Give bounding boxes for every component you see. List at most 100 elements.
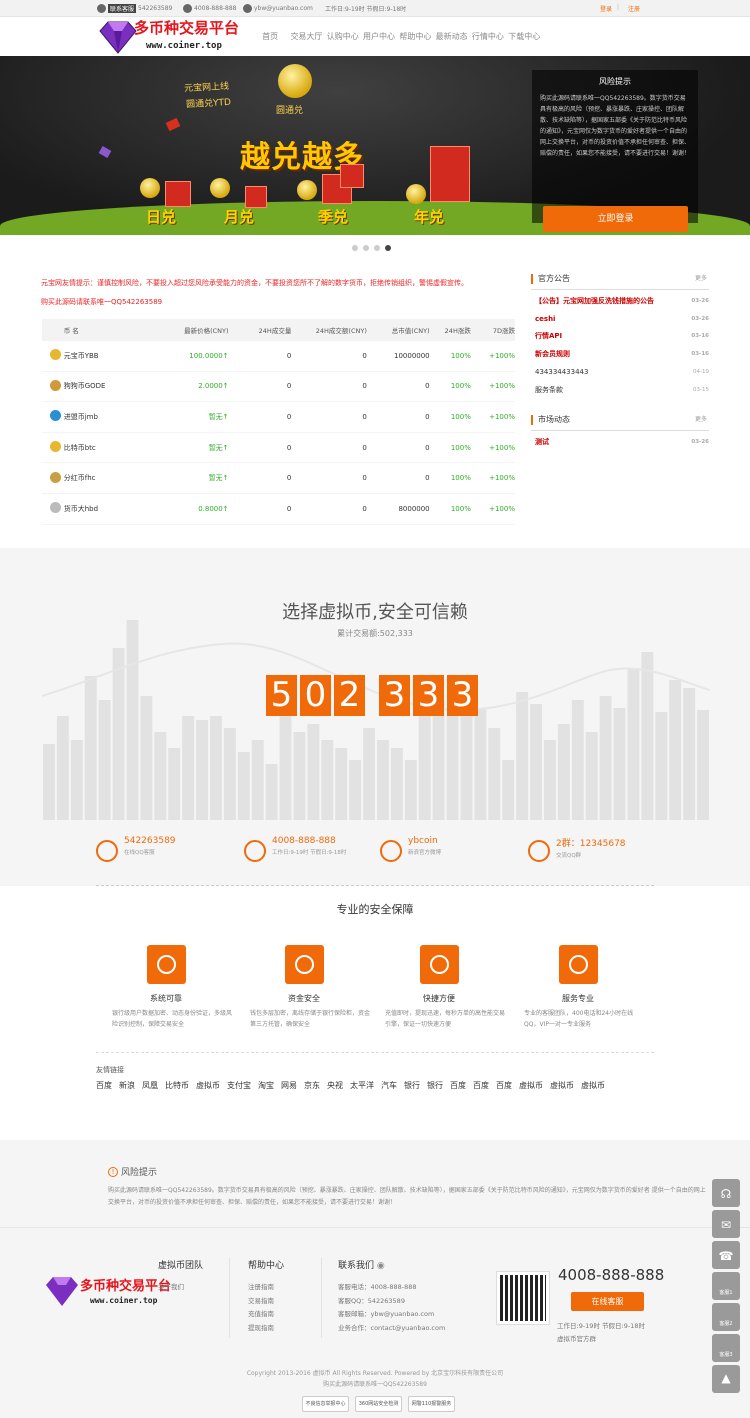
- coin-cell: [42, 379, 64, 393]
- friend-link[interactable]: 新浪: [119, 1080, 135, 1091]
- friend-link[interactable]: 虚拟币: [519, 1080, 543, 1091]
- top-login-link[interactable]: 登录: [600, 4, 612, 13]
- bar: [585, 732, 598, 820]
- coin-icon: [50, 410, 61, 422]
- bar: [293, 732, 306, 820]
- announce-item[interactable]: 434334433443 04-19: [531, 363, 709, 381]
- back-to-top-icon[interactable]: ▲: [712, 1365, 740, 1393]
- coin-24h: 100%: [450, 474, 471, 483]
- logo[interactable]: 多币种交易平台 www.coiner.top: [98, 17, 258, 56]
- carousel-dot-active[interactable]: [385, 245, 391, 251]
- nav-item[interactable]: 认购中心: [325, 31, 361, 42]
- service-1-button[interactable]: 客服1: [712, 1272, 740, 1300]
- footer-link[interactable]: 注册指南: [248, 1281, 321, 1295]
- top-register-link[interactable]: 注册: [628, 4, 640, 13]
- friend-link[interactable]: 央视: [327, 1080, 343, 1091]
- friend-link[interactable]: 比特币: [165, 1080, 189, 1091]
- headset-icon[interactable]: ☊: [712, 1179, 740, 1207]
- friend-link[interactable]: 虚拟币: [550, 1080, 574, 1091]
- friend-link[interactable]: 淘宝: [258, 1080, 274, 1091]
- friend-link[interactable]: 汽车: [381, 1080, 397, 1091]
- friend-link[interactable]: 百度: [450, 1080, 466, 1091]
- service-3-button[interactable]: 客服3: [712, 1334, 740, 1362]
- friend-link[interactable]: 银行: [427, 1080, 443, 1091]
- bar-graphic: [42, 620, 710, 820]
- news-more-link[interactable]: 更多: [695, 413, 707, 427]
- carousel-dot[interactable]: [374, 245, 380, 251]
- features-title: 专业的安全保障: [336, 903, 414, 916]
- announce-item[interactable]: 【公告】元宝网加强反洗钱措施的公告 03-26: [531, 292, 709, 310]
- counter-digits: 502333: [266, 675, 478, 716]
- coin-name[interactable]: 比特币btc: [64, 443, 150, 453]
- nav-item[interactable]: 帮助中心: [397, 31, 433, 42]
- friend-link[interactable]: 太平洋: [350, 1080, 374, 1091]
- table-row[interactable]: 元宝币YBB 100.0000↑ 0 0 10000000 100% +100%: [42, 341, 515, 372]
- trust-badge[interactable]: 网警110报警服务: [408, 1396, 455, 1412]
- stats-subtitle: 累计交易额:502,333: [337, 629, 413, 638]
- footer-group-link[interactable]: 虚拟币官方群: [557, 1333, 645, 1346]
- friend-link[interactable]: 京东: [304, 1080, 320, 1091]
- coin-7d: +100%: [489, 382, 515, 391]
- nav-item[interactable]: 下载中心: [506, 31, 542, 42]
- nav-item[interactable]: 最新动态: [433, 31, 469, 42]
- friend-link[interactable]: 百度: [473, 1080, 489, 1091]
- nav-item[interactable]: 行情中心: [470, 31, 506, 42]
- top-phone-text: 4008-888-888: [194, 5, 237, 12]
- bar: [432, 700, 445, 820]
- friend-link[interactable]: 百度: [496, 1080, 512, 1091]
- coin-name[interactable]: 分红币fhc: [64, 473, 150, 483]
- online-service-button[interactable]: 在线客服: [571, 1292, 644, 1311]
- announce-item[interactable]: ceshi 03-26: [531, 310, 709, 328]
- trust-badge[interactable]: 360网站安全检测: [355, 1396, 402, 1412]
- footer-link[interactable]: 交易指南: [248, 1295, 321, 1309]
- table-row[interactable]: 比特币btc 暂无↑ 0 0 0 100% +100%: [42, 433, 515, 464]
- contact-item[interactable]: ybcoin 新浪官方微博: [380, 836, 441, 868]
- friend-link[interactable]: 虚拟币: [196, 1080, 220, 1091]
- trust-badge[interactable]: 不良信息举报中心: [302, 1396, 349, 1412]
- announce-item[interactable]: 服务条款 03-15: [531, 381, 709, 399]
- coin-24h: 100%: [450, 412, 471, 421]
- friend-link[interactable]: 凤凰: [142, 1080, 158, 1091]
- service-link[interactable]: 联系客服 542263589: [97, 4, 172, 13]
- feature-title: 服务专业: [562, 994, 594, 1003]
- announce-item[interactable]: 行情API 03-16: [531, 328, 709, 346]
- announce-more-link[interactable]: 更多: [695, 272, 707, 286]
- coin-name[interactable]: 货币大hbd: [64, 504, 150, 514]
- table-row[interactable]: 货币大hbd 0.8000↑ 0 0 8000000 100% +100%: [42, 494, 515, 525]
- contact-item[interactable]: 2群：12345678 交流QQ群: [528, 836, 626, 868]
- service-2-button[interactable]: 客服2: [712, 1303, 740, 1331]
- ytd-coin-icon: [278, 64, 312, 98]
- friend-link[interactable]: 银行: [404, 1080, 420, 1091]
- feature-desc: 银行级用户数据加密、动态身份验证，多级风险识别控制，保障交易安全: [112, 1010, 233, 1028]
- table-row[interactable]: 分红币fhc 暂无↑ 0 0 0 100% +100%: [42, 463, 515, 494]
- nav-item[interactable]: 用户中心: [361, 31, 397, 42]
- friend-link[interactable]: 虚拟币: [581, 1080, 605, 1091]
- news-item[interactable]: 测试 03-26: [531, 433, 709, 451]
- coin-name[interactable]: 进盟币jmb: [64, 412, 150, 422]
- wechat-icon[interactable]: ✉: [712, 1210, 740, 1238]
- login-now-button[interactable]: 立即登录: [543, 206, 688, 232]
- bar: [530, 704, 542, 820]
- friend-link[interactable]: 支付宝: [227, 1080, 251, 1091]
- coin-cap: 10000000: [394, 351, 430, 360]
- footer-link[interactable]: 提现指南: [248, 1322, 321, 1336]
- coin-name[interactable]: 元宝币YBB: [64, 351, 150, 361]
- table-row[interactable]: 狗狗币GODE 2.0000↑ 0 0 0 100% +100%: [42, 372, 515, 403]
- carousel-dot[interactable]: [363, 245, 369, 251]
- weibo-icon[interactable]: ◉: [377, 1261, 385, 1271]
- table-row[interactable]: 进盟币jmb 暂无↑ 0 0 0 100% +100%: [42, 402, 515, 433]
- friend-link[interactable]: 网易: [281, 1080, 297, 1091]
- footer-link[interactable]: 关于我们: [158, 1281, 229, 1295]
- phone-float-icon[interactable]: ☎: [712, 1241, 740, 1269]
- nav-item[interactable]: 首页: [252, 31, 288, 42]
- coin-cap: 0: [425, 412, 430, 421]
- contact-item[interactable]: 542263589 在线QQ客服: [96, 836, 176, 868]
- footer-link[interactable]: 充值指南: [248, 1308, 321, 1322]
- coin-name[interactable]: 狗狗币GODE: [64, 381, 150, 391]
- carousel-dot[interactable]: [352, 245, 358, 251]
- nav-item[interactable]: 交易大厅: [288, 31, 324, 42]
- friend-link[interactable]: 百度: [96, 1080, 112, 1091]
- coin-cell: [42, 471, 64, 485]
- contact-item[interactable]: 4008-888-888 工作日:9-19时 节假日:9-18时: [244, 836, 346, 868]
- announce-item[interactable]: 新会员规则 03-16: [531, 345, 709, 363]
